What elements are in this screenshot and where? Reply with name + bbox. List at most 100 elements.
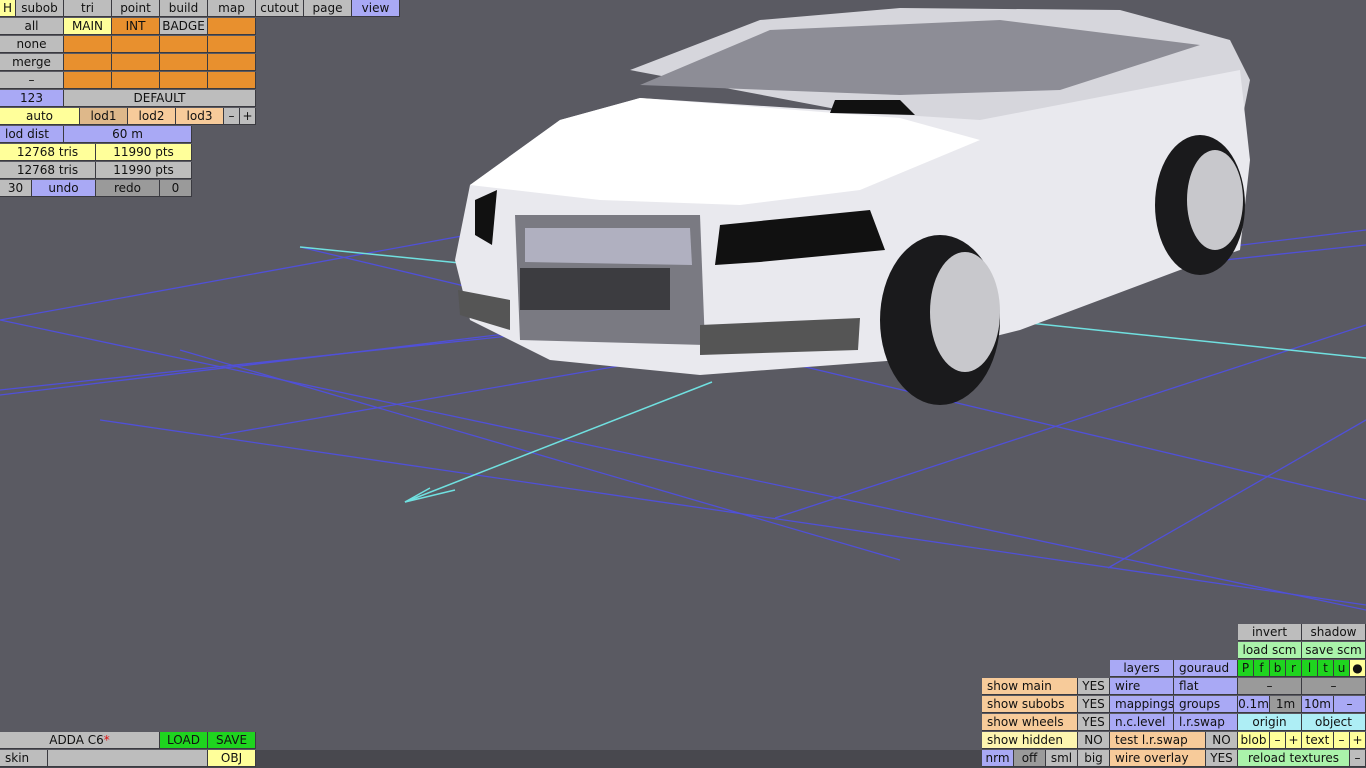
subob-slot[interactable] (208, 54, 256, 71)
reload-minus-button[interactable]: – (1350, 750, 1366, 767)
nrm-button[interactable]: nrm (982, 750, 1014, 767)
subob-slot[interactable] (64, 54, 112, 71)
undo-count: 30 (0, 180, 32, 197)
mappings-button[interactable]: mappings (1110, 696, 1174, 713)
menu-build[interactable]: build (160, 0, 208, 17)
select-none-button[interactable]: none (0, 36, 64, 53)
load-scm-button[interactable]: load scm (1238, 642, 1302, 659)
wire-overlay-toggle[interactable]: YES (1206, 750, 1238, 767)
flag-p[interactable]: P (1238, 660, 1254, 677)
subob-slot[interactable] (160, 36, 208, 53)
flag-l[interactable]: l (1302, 660, 1318, 677)
grid-minus-button[interactable]: – (1334, 696, 1366, 713)
text-button[interactable]: text (1302, 732, 1334, 749)
counter-field[interactable]: 123 (0, 90, 64, 107)
subob-slot[interactable] (112, 72, 160, 89)
gouraud-button[interactable]: gouraud (1174, 660, 1238, 677)
lod3-button[interactable]: lod3 (176, 108, 224, 125)
merge-button[interactable]: merge (0, 54, 64, 71)
show-hidden-label: show hidden (982, 732, 1078, 749)
object-button[interactable]: object (1302, 714, 1366, 731)
skin-field[interactable] (48, 750, 208, 767)
tris-count-total: 12768 tris (0, 162, 96, 179)
layers-button[interactable]: layers (1110, 660, 1174, 677)
wire-button[interactable]: wire (1110, 678, 1174, 695)
redo-button[interactable]: redo (96, 180, 160, 197)
menu-point[interactable]: point (112, 0, 160, 17)
vehicle-name-text: ADDA C6 (49, 733, 104, 747)
menu-subob[interactable]: subob (16, 0, 64, 17)
save-button[interactable]: SAVE (208, 732, 256, 749)
modified-mark: * (103, 733, 110, 747)
subob-slot[interactable] (208, 72, 256, 89)
lod-plus-button[interactable]: + (240, 108, 256, 125)
flag-b[interactable]: b (1270, 660, 1286, 677)
show-main-toggle[interactable]: YES (1078, 678, 1110, 695)
menu-cutout[interactable]: cutout (256, 0, 304, 17)
subob-slot[interactable] (64, 72, 112, 89)
subob-badge[interactable]: BADGE (160, 18, 208, 35)
groups-button[interactable]: groups (1174, 696, 1238, 713)
obj-button[interactable]: OBJ (208, 750, 256, 767)
lr-swap-button[interactable]: l.r.swap (1174, 714, 1238, 731)
flag-r[interactable]: r (1286, 660, 1302, 677)
subob-main[interactable]: MAIN (64, 18, 112, 35)
flat-button[interactable]: flat (1174, 678, 1238, 695)
subob-slot[interactable] (112, 54, 160, 71)
subob-slot[interactable] (64, 36, 112, 53)
blob-minus-button[interactable]: – (1270, 732, 1286, 749)
lod-dist-field[interactable]: 60 m (64, 126, 192, 143)
show-subobs-label: show subobs (982, 696, 1078, 713)
flag-u[interactable]: u (1334, 660, 1350, 677)
lod1-button[interactable]: lod1 (80, 108, 128, 125)
menu-tri[interactable]: tri (64, 0, 112, 17)
default-button[interactable]: DEFAULT (64, 90, 256, 107)
lod2-button[interactable]: lod2 (128, 108, 176, 125)
grid-10m-button[interactable]: 10m (1302, 696, 1334, 713)
save-scm-button[interactable]: save scm (1302, 642, 1366, 659)
reload-textures-button[interactable]: reload textures (1238, 750, 1350, 767)
flag-t[interactable]: t (1318, 660, 1334, 677)
invert-button[interactable]: invert (1238, 624, 1302, 641)
menu-map[interactable]: map (208, 0, 256, 17)
select-all-button[interactable]: all (0, 18, 64, 35)
dash-button[interactable]: – (0, 72, 64, 89)
test-lr-swap-toggle[interactable]: NO (1206, 732, 1238, 749)
subob-slot[interactable] (160, 54, 208, 71)
subob-slot[interactable] (208, 36, 256, 53)
text-minus-button[interactable]: – (1334, 732, 1350, 749)
grid-1m-button[interactable]: 1m (1270, 696, 1302, 713)
wire-overlay-label: wire overlay (1110, 750, 1206, 767)
dot-toggle[interactable]: ● (1350, 660, 1366, 677)
blob-button[interactable]: blob (1238, 732, 1270, 749)
text-plus-button[interactable]: + (1350, 732, 1366, 749)
undo-button[interactable]: undo (32, 180, 96, 197)
menu-page[interactable]: page (304, 0, 352, 17)
load-button[interactable]: LOAD (160, 732, 208, 749)
subob-slot[interactable] (208, 18, 256, 35)
lod-minus-button[interactable]: – (224, 108, 240, 125)
lod-auto-button[interactable]: auto (0, 108, 80, 125)
subob-slot[interactable] (160, 72, 208, 89)
blob-plus-button[interactable]: + (1286, 732, 1302, 749)
grid-01m-button[interactable]: 0.1m (1238, 696, 1270, 713)
menu-view[interactable]: view (352, 0, 400, 17)
nc-level-button[interactable]: n.c.level (1110, 714, 1174, 731)
origin-button[interactable]: origin (1238, 714, 1302, 731)
dash-button-right[interactable]: – (1302, 678, 1366, 695)
subob-slot[interactable] (112, 36, 160, 53)
sml-button[interactable]: sml (1046, 750, 1078, 767)
dash-button-left[interactable]: – (1238, 678, 1302, 695)
subob-int[interactable]: INT (112, 18, 160, 35)
vehicle-name[interactable]: ADDA C6* (0, 732, 160, 749)
show-subobs-toggle[interactable]: YES (1078, 696, 1110, 713)
show-wheels-toggle[interactable]: YES (1078, 714, 1110, 731)
shadow-button[interactable]: shadow (1302, 624, 1366, 641)
off-button[interactable]: off (1014, 750, 1046, 767)
flag-f[interactable]: f (1254, 660, 1270, 677)
car-model (455, 8, 1250, 405)
show-hidden-toggle[interactable]: NO (1078, 732, 1110, 749)
big-button[interactable]: big (1078, 750, 1110, 767)
show-wheels-label: show wheels (982, 714, 1078, 731)
home-button[interactable]: H (0, 0, 16, 17)
